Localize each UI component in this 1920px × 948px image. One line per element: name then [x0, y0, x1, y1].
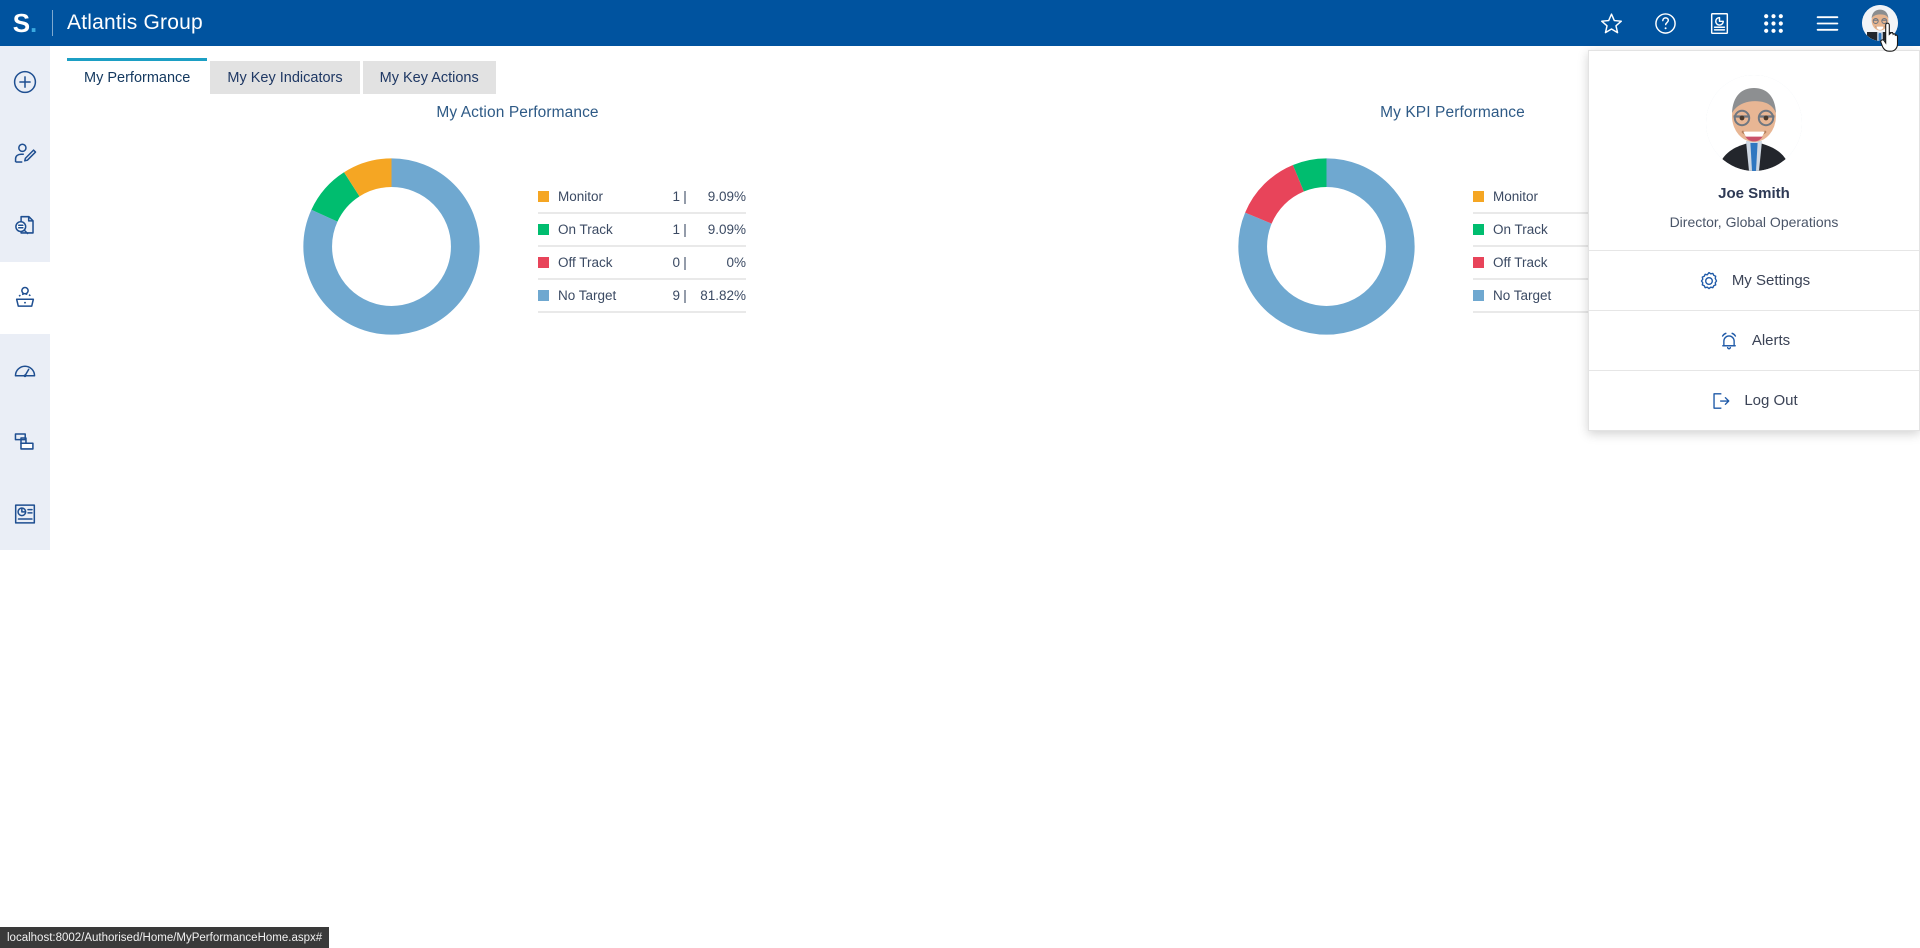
hamburger-menu-icon[interactable]	[1800, 0, 1854, 46]
legend-count: 9	[672, 287, 680, 303]
alerts-label: Alerts	[1751, 332, 1791, 349]
legend-separator: |	[683, 254, 687, 270]
legend-label: On Track	[1493, 221, 1548, 237]
swatch-no-target	[538, 289, 549, 301]
legend-row-off-track[interactable]: Off Track 0 | 0%	[538, 247, 746, 280]
user-dropdown-panel: Joe Smith Director, Global Operations My…	[1588, 50, 1920, 431]
sidebar-item-report-card[interactable]	[0, 478, 50, 550]
legend-count: 0	[672, 254, 680, 270]
legend-label: No Target	[558, 287, 617, 303]
legend-separator: |	[683, 188, 687, 204]
legend-label: On Track	[558, 221, 613, 237]
my-settings-button[interactable]: My Settings	[1589, 250, 1919, 310]
tab-label: My Key Actions	[379, 69, 479, 86]
kpi-donut-chart[interactable]	[1224, 144, 1429, 349]
logout-label: Log Out	[1744, 392, 1798, 409]
sidebar-group-bottom	[0, 334, 50, 550]
tab-my-performance[interactable]: My Performance	[67, 58, 208, 94]
legend-label: Off Track	[1493, 254, 1548, 270]
sidebar-item-my-workspace[interactable]	[0, 262, 50, 334]
tab-my-key-actions[interactable]: My Key Actions	[362, 61, 496, 94]
swatch-off-track	[538, 256, 549, 268]
tab-my-key-indicators[interactable]: My Key Indicators	[210, 61, 360, 94]
apps-grid-icon[interactable]	[1746, 0, 1800, 46]
avatar	[1862, 5, 1898, 41]
legend-percent: 0%	[726, 254, 746, 270]
action-legend: Monitor 1 | 9.09% On Track 1 | 9.09% Off…	[538, 181, 746, 313]
reports-document-icon[interactable]	[1692, 0, 1746, 46]
sidebar-item-document-search[interactable]	[0, 190, 50, 262]
legend-percent: 9.09%	[707, 188, 746, 204]
my-settings-label: My Settings	[1731, 272, 1811, 289]
header-icon-group	[1584, 0, 1920, 52]
gear-icon	[1698, 270, 1720, 292]
logo-text: S.	[12, 8, 38, 38]
logout-button[interactable]: Log Out	[1589, 370, 1919, 430]
tab-label: My Performance	[84, 69, 191, 86]
swatch-off-track	[1473, 256, 1484, 268]
status-url-text: localhost:8002/Authorised/Home/MyPerform…	[7, 931, 323, 944]
avatar-large	[1706, 75, 1802, 171]
swatch-no-target	[1473, 289, 1484, 301]
logout-icon	[1710, 390, 1732, 412]
user-avatar-button[interactable]	[1854, 0, 1906, 52]
bell-icon	[1718, 330, 1740, 352]
app-logo[interactable]: S.	[0, 0, 50, 46]
page-title: Atlantis Group	[67, 11, 203, 34]
logo-divider	[52, 10, 53, 36]
left-sidebar	[0, 46, 50, 948]
legend-separator: |	[683, 221, 687, 237]
legend-percent: 81.82%	[700, 287, 746, 303]
top-header-bar: S. Atlantis Group	[0, 0, 1920, 52]
alerts-button[interactable]: Alerts	[1589, 310, 1919, 370]
user-name: Joe Smith	[1718, 185, 1790, 202]
legend-row-no-target[interactable]: No Target 9 | 81.82%	[538, 280, 746, 313]
sidebar-group-top	[0, 46, 50, 262]
help-question-icon[interactable]	[1638, 0, 1692, 46]
action-chart-title: My Action Performance	[436, 104, 599, 121]
favorites-star-icon[interactable]	[1584, 0, 1638, 46]
legend-label: Monitor	[558, 188, 604, 204]
legend-row-on-track[interactable]: On Track 1 | 9.09%	[538, 214, 746, 247]
tab-label: My Key Indicators	[227, 69, 343, 86]
action-performance-panel: My Action Performance Monitor 1 | 9.09% …	[50, 94, 985, 349]
sidebar-item-hierarchy[interactable]	[0, 406, 50, 478]
action-donut-chart[interactable]	[289, 144, 494, 349]
swatch-monitor	[538, 190, 549, 202]
legend-label: Monitor	[1493, 188, 1539, 204]
legend-label: Off Track	[558, 254, 613, 270]
swatch-on-track	[1473, 223, 1484, 235]
user-role: Director, Global Operations	[1669, 214, 1839, 230]
status-bar-url: localhost:8002/Authorised/Home/MyPerform…	[0, 927, 330, 948]
swatch-on-track	[538, 223, 549, 235]
legend-count: 1	[672, 221, 680, 237]
legend-label: No Target	[1493, 287, 1552, 303]
sidebar-item-add-new[interactable]	[0, 46, 50, 118]
legend-separator: |	[683, 287, 687, 303]
sidebar-item-performance-gauge[interactable]	[0, 334, 50, 406]
swatch-monitor	[1473, 190, 1484, 202]
user-profile-header: Joe Smith Director, Global Operations	[1589, 51, 1919, 250]
legend-percent: 9.09%	[707, 221, 746, 237]
legend-count: 1	[672, 188, 680, 204]
sidebar-item-edit-user[interactable]	[0, 118, 50, 190]
legend-row-monitor[interactable]: Monitor 1 | 9.09%	[538, 181, 746, 214]
